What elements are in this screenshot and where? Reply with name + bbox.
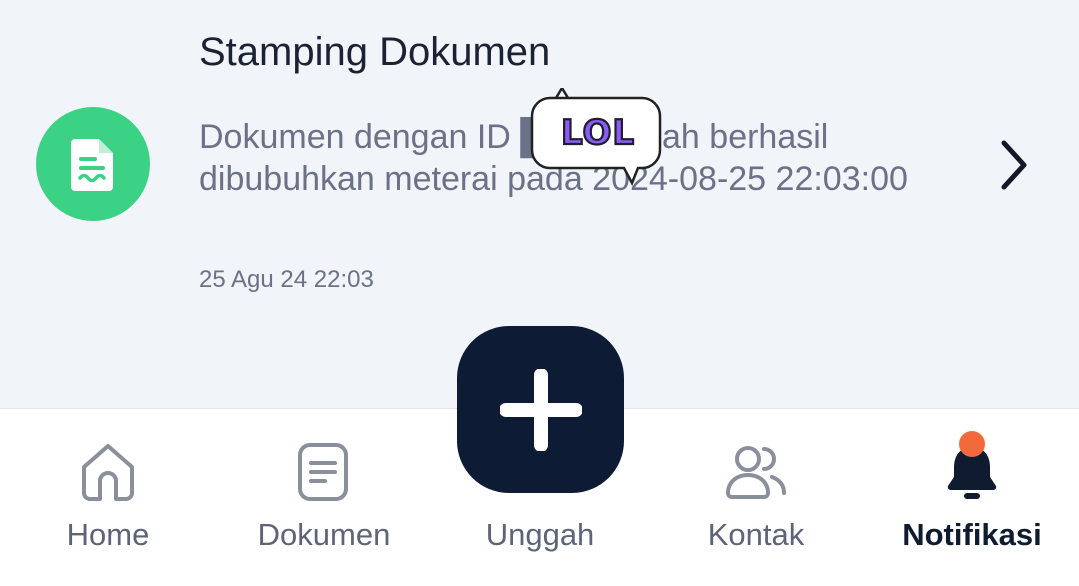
nav-kontak-label: Kontak (707, 517, 805, 552)
nav-home-label: Home (66, 517, 150, 552)
plus-icon (500, 369, 582, 451)
nav-notifikasi-label: Notifikasi (902, 517, 1042, 552)
nav-dokumen-label: Dokumen (257, 517, 391, 552)
nav-kontak[interactable]: Kontak (656, 409, 856, 586)
notification-title: Stamping Dokumen (199, 30, 551, 74)
nav-unggah-label: Unggah (485, 517, 595, 552)
nav-home[interactable]: Home (8, 409, 208, 586)
home-icon (82, 444, 134, 501)
document-icon (36, 107, 150, 221)
svg-text:LOL: LOL (561, 113, 635, 153)
notification-timestamp: 25 Agu 24 22:03 (199, 266, 374, 293)
nav-dokumen[interactable]: Dokumen (224, 409, 424, 586)
chevron-right-icon[interactable] (993, 138, 1033, 192)
upload-fab-button[interactable] (457, 326, 624, 493)
contacts-icon (725, 446, 786, 499)
lol-sticker: LOL (530, 88, 662, 186)
notification-badge (959, 431, 985, 457)
document-list-icon (298, 443, 348, 501)
